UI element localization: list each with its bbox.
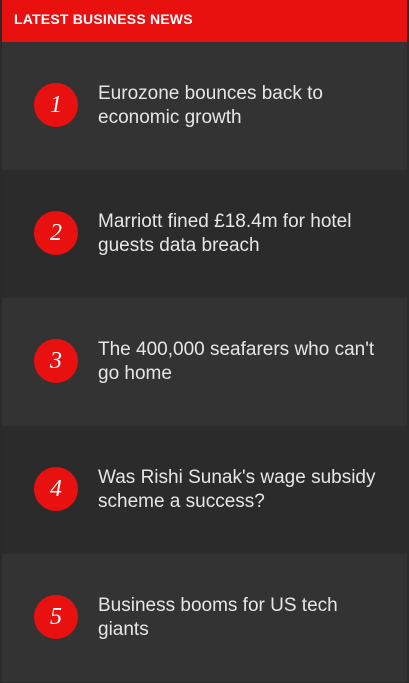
rank-badge: 2	[34, 211, 78, 255]
news-headline-link[interactable]: Marriott fined £18.4m for hotel guests d…	[98, 210, 388, 258]
news-item-2[interactable]: 2 Marriott fined £18.4m for hotel guests…	[2, 170, 407, 298]
rank-badge: 5	[34, 595, 78, 639]
rank-badge: 3	[34, 339, 78, 383]
news-headline-link[interactable]: Was Rishi Sunak's wage subsidy scheme a …	[98, 466, 388, 514]
rank-badge: 1	[34, 83, 78, 127]
news-headline-link[interactable]: Eurozone bounces back to economic growth	[98, 82, 388, 130]
latest-business-news-widget: LATEST BUSINESS NEWS 1 Eurozone bounces …	[0, 0, 409, 683]
news-item-4[interactable]: 4 Was Rishi Sunak's wage subsidy scheme …	[2, 426, 407, 554]
widget-title: LATEST BUSINESS NEWS	[14, 11, 193, 27]
news-headline-link[interactable]: The 400,000 seafarers who can't go home	[98, 338, 388, 386]
news-item-3[interactable]: 3 The 400,000 seafarers who can't go hom…	[2, 298, 407, 426]
news-item-5[interactable]: 5 Business booms for US tech giants	[2, 554, 407, 682]
news-headline-link[interactable]: Business booms for US tech giants	[98, 594, 388, 642]
widget-header: LATEST BUSINESS NEWS	[2, 0, 407, 42]
rank-badge: 4	[34, 467, 78, 511]
news-item-1[interactable]: 1 Eurozone bounces back to economic grow…	[2, 42, 407, 170]
news-list: 1 Eurozone bounces back to economic grow…	[2, 42, 407, 682]
